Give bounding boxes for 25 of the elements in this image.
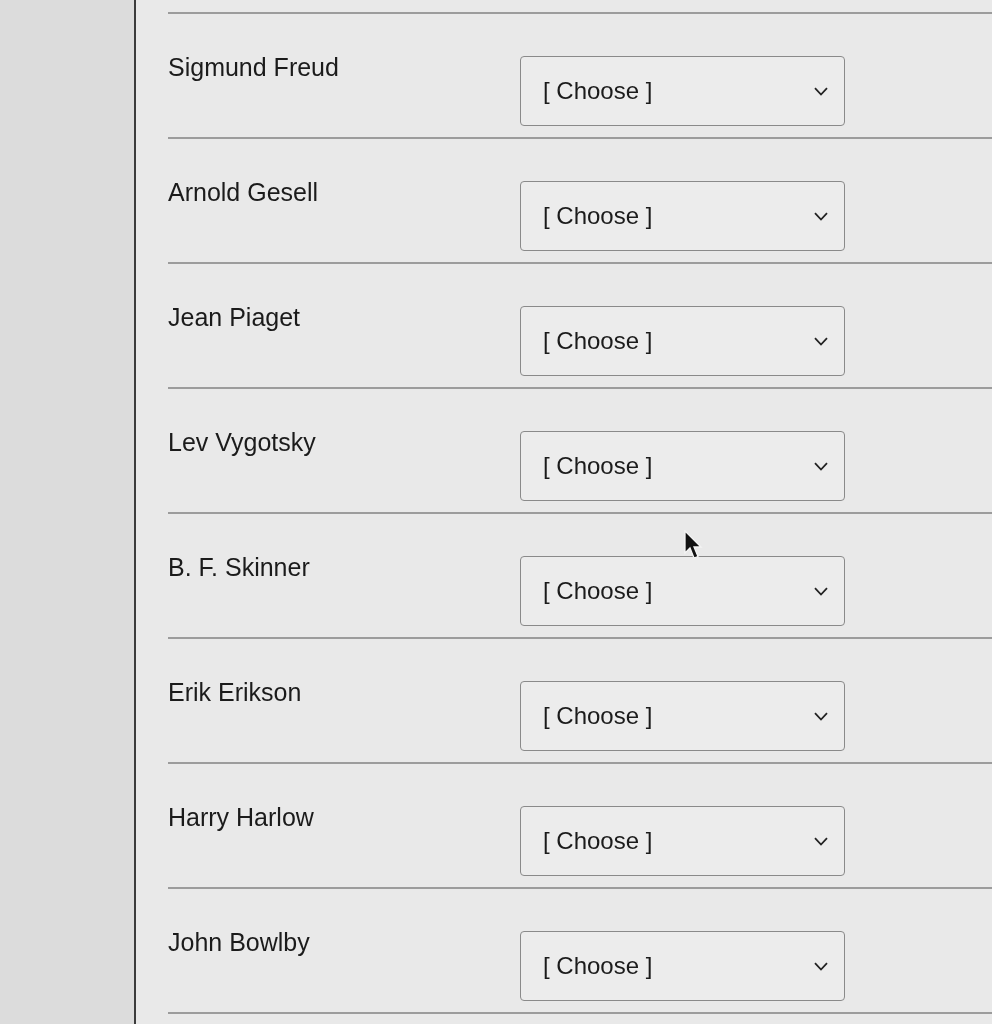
chevron-down-icon <box>814 961 828 971</box>
person-name: John Bowlby <box>168 927 310 957</box>
answer-dropdown[interactable]: [ Choose ] <box>520 681 845 751</box>
person-name: Jean Piaget <box>168 302 301 332</box>
answer-dropdown[interactable]: [ Choose ] <box>520 56 845 126</box>
chevron-down-icon <box>814 586 828 596</box>
answer-dropdown[interactable]: [ Choose ] <box>520 806 845 876</box>
chevron-down-icon <box>814 211 828 221</box>
chevron-down-icon <box>814 336 828 346</box>
answer-dropdown[interactable]: [ Choose ] <box>520 306 845 376</box>
chevron-down-icon <box>814 461 828 471</box>
answer-dropdown[interactable]: [ Choose ] <box>520 556 845 626</box>
person-name: B. F. Skinner <box>168 552 310 582</box>
person-name: Lev Vygotsky <box>168 427 316 457</box>
answer-dropdown[interactable]: [ Choose ] <box>520 181 845 251</box>
pointer-icon <box>684 530 704 560</box>
person-name: Erik Erikson <box>168 677 302 707</box>
person-name: Arnold Gesell <box>168 177 319 207</box>
chevron-down-icon <box>814 86 828 96</box>
chevron-down-icon <box>814 711 828 721</box>
chevron-down-icon <box>814 836 828 846</box>
person-name: Sigmund Freud <box>168 52 339 82</box>
answer-dropdown[interactable]: [ Choose ] <box>520 431 845 501</box>
answer-dropdown[interactable]: [ Choose ] <box>520 931 845 1001</box>
person-name: Harry Harlow <box>168 802 314 832</box>
